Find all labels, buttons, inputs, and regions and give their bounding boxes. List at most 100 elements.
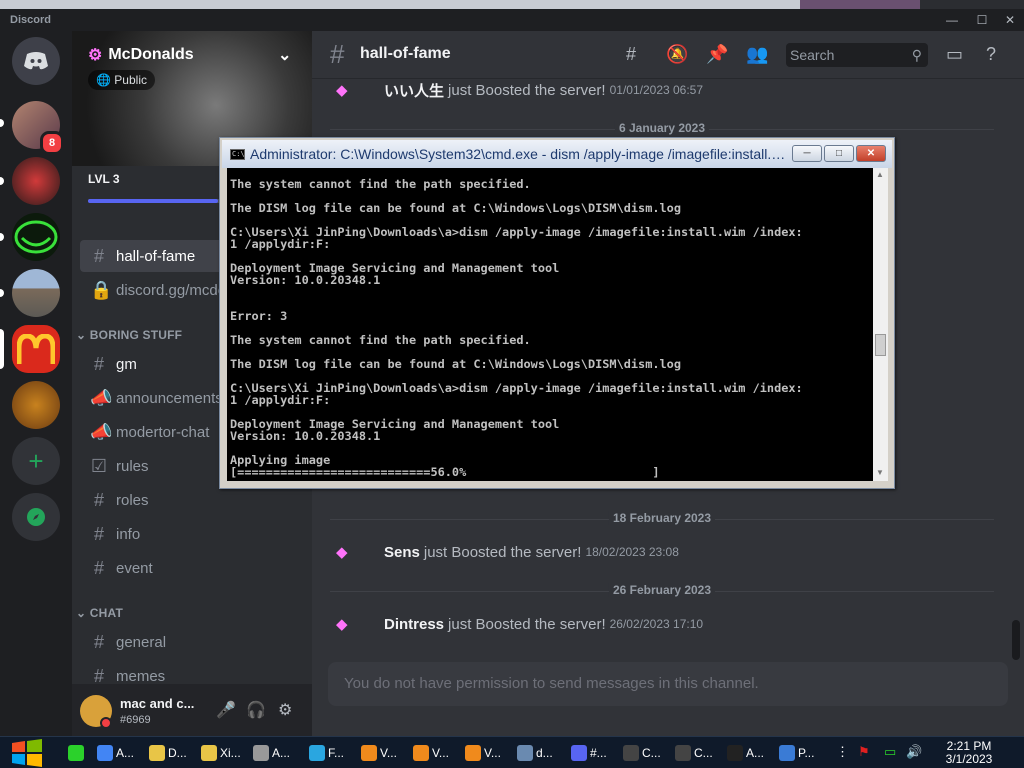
unread-pill: [0, 119, 4, 127]
taskbar: A... D... Xi... A... F... V... V... V... d... #..…: [0, 736, 1024, 768]
maximize-icon[interactable]: ☐: [970, 9, 994, 31]
channel-label: general: [116, 633, 167, 651]
clock[interactable]: 2:21 PM 3/1/2023: [936, 740, 1002, 766]
add-server-icon[interactable]: +: [12, 437, 60, 485]
cmd-console[interactable]: The system cannot find the path specifie…: [227, 168, 873, 481]
taskbar-item[interactable]: #...: [571, 742, 607, 764]
boost-icon: ◆: [336, 82, 348, 99]
microphone-icon[interactable]: 🎤: [216, 700, 236, 720]
discord-home-icon[interactable]: [12, 37, 60, 85]
message-author[interactable]: いい人生: [384, 80, 444, 101]
taskbar-item-label: #...: [590, 746, 607, 760]
server-icon-mcdonalds[interactable]: [12, 325, 60, 373]
message-input-disabled: You do not have permission to send messa…: [328, 662, 1008, 706]
notification-muted-icon[interactable]: 🔕: [666, 44, 688, 65]
taskbar-item[interactable]: A...: [97, 742, 134, 764]
user-panel: mac and c... #6969 🎤 🎧 ⚙: [72, 684, 312, 740]
taskbar-item[interactable]: V...: [465, 742, 501, 764]
search-placeholder: Search: [790, 47, 835, 63]
cmd-minimize-button[interactable]: ─: [792, 145, 822, 162]
category-label: CHAT: [89, 606, 124, 620]
cmd-scroll-thumb[interactable]: [875, 334, 886, 356]
console-line: Version: 10.0.20348.1: [230, 273, 381, 287]
public-badge: 🌐 Public: [88, 70, 155, 90]
megaphone-icon: 📣: [90, 421, 113, 442]
inbox-icon[interactable]: ▭: [946, 44, 963, 65]
taskbar-item[interactable]: Xi...: [201, 742, 241, 764]
start-button[interactable]: [10, 739, 44, 767]
close-icon[interactable]: ✕: [998, 9, 1022, 31]
cmd-scrollbar[interactable]: ▲ ▼: [873, 168, 888, 481]
headphones-icon[interactable]: 🎧: [246, 700, 266, 720]
taskbar-pinned-icon[interactable]: [68, 742, 84, 764]
pin-icon[interactable]: 📌: [706, 44, 728, 65]
volume-icon[interactable]: 🔊: [906, 744, 922, 760]
taskbar-item-label: F...: [328, 746, 345, 760]
channel-general[interactable]: # general: [80, 626, 304, 658]
search-input[interactable]: Search ⚲: [786, 43, 928, 67]
vlc-icon: [465, 745, 481, 761]
console-line: 1 /applydir:F:: [230, 393, 331, 407]
app-icon: [517, 745, 533, 761]
server-icon-burger[interactable]: [12, 381, 60, 429]
clock-date: 3/1/2023: [945, 752, 993, 766]
message-timestamp: 18/02/2023 23:08: [585, 545, 679, 559]
taskbar-item[interactable]: C...: [675, 742, 713, 764]
member-list-icon[interactable]: 👥: [746, 44, 768, 65]
server-icon-trollface[interactable]: [12, 213, 60, 261]
search-icon: ⚲: [911, 47, 922, 63]
app-icon: [309, 745, 325, 761]
taskbar-item[interactable]: d...: [517, 742, 553, 764]
explore-compass-icon[interactable]: [12, 493, 60, 541]
minimize-icon[interactable]: —: [940, 9, 964, 31]
scroll-up-icon[interactable]: ▲: [876, 170, 884, 179]
taskbar-item[interactable]: D...: [149, 742, 187, 764]
cmd-maximize-button[interactable]: □: [824, 145, 854, 162]
system-message: ◆ Sens just Boosted the server! 18/02/20…: [336, 537, 679, 567]
scroll-down-icon[interactable]: ▼: [876, 468, 884, 477]
taskbar-item[interactable]: A...: [253, 742, 290, 764]
cmd-window: C:\ Administrator: C:\Windows\System32\c…: [219, 137, 895, 489]
channel-event[interactable]: # event: [80, 552, 304, 584]
chrome-icon: [97, 745, 113, 761]
date-divider: 18 February 2023: [330, 511, 994, 527]
channel-label: announcements: [116, 389, 223, 407]
channel-label: modertor-chat: [116, 423, 210, 441]
taskbar-item-label: Xi...: [220, 746, 241, 760]
7zip-icon: [623, 745, 639, 761]
cmd-titlebar[interactable]: C:\ Administrator: C:\Windows\System32\c…: [222, 140, 892, 168]
server-icon-building[interactable]: [12, 269, 60, 317]
settings-gear-icon[interactable]: ⚙: [278, 700, 292, 720]
taskbar-item[interactable]: V...: [361, 742, 397, 764]
taskbar-item[interactable]: P...: [779, 742, 814, 764]
taskbar-item[interactable]: A...: [727, 742, 764, 764]
category-chat[interactable]: ⌄ CHAT: [76, 606, 123, 620]
taskbar-item[interactable]: F...: [309, 742, 344, 764]
chat-scrollbar[interactable]: [1012, 620, 1020, 660]
message-author[interactable]: Sens: [384, 544, 420, 561]
overflow-menu-icon[interactable]: ⋮: [836, 744, 849, 760]
channel-label: hall-of-fame: [116, 247, 196, 265]
console-line: The DISM log file can be found at C:\Win…: [230, 357, 682, 371]
flag-icon[interactable]: ⚑: [858, 744, 870, 760]
threads-icon[interactable]: #: [626, 44, 636, 65]
taskbar-item[interactable]: V...: [413, 742, 449, 764]
channel-label: info: [116, 525, 141, 543]
chevron-down-icon: ⌄: [278, 47, 292, 64]
taskbar-item[interactable]: C...: [623, 742, 661, 764]
channel-label: gm: [116, 355, 137, 373]
network-icon[interactable]: ▭: [884, 744, 896, 760]
hash-icon: #: [93, 245, 104, 266]
help-icon[interactable]: ?: [986, 44, 996, 65]
boost-icon: ◆: [336, 616, 348, 633]
server-header[interactable]: ⚙ McDonalds ⌄: [88, 45, 291, 65]
server-icon-anime[interactable]: [12, 157, 60, 205]
message-timestamp: 01/01/2023 06:57: [609, 83, 704, 97]
boost-icon: ◆: [336, 544, 348, 561]
message-author[interactable]: Dintress: [384, 616, 444, 633]
cmd-close-button[interactable]: ✕: [856, 145, 886, 162]
channel-info[interactable]: # info: [80, 518, 304, 550]
category-boring-stuff[interactable]: ⌄ BORING STUFF: [76, 328, 182, 342]
taskbar-item-label: C...: [642, 746, 661, 760]
